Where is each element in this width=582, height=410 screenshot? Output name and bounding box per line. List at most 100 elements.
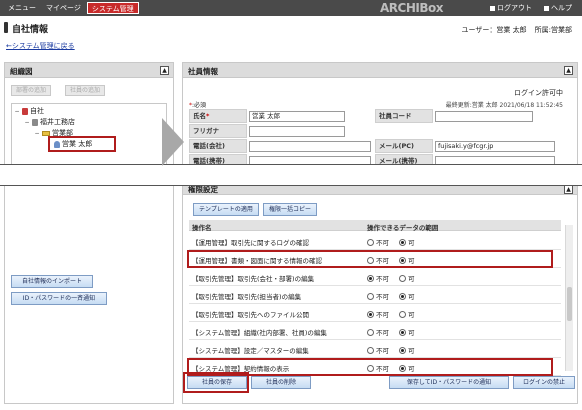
radio-yes-icon[interactable] bbox=[399, 328, 406, 336]
top-nav: メニュー マイページ システム管理 bbox=[4, 2, 139, 14]
user-dept: 所属:営業部 bbox=[534, 26, 572, 34]
email-pc-field[interactable]: fujisaki.y@fcgr.jp bbox=[435, 141, 555, 152]
company-phone-label: 電話(会社) bbox=[189, 139, 247, 153]
permission-radio-yes[interactable]: 可 bbox=[399, 309, 415, 319]
tree-node-label: 福井工務店 bbox=[40, 118, 75, 126]
collapse-permissions-button[interactable]: ▲ bbox=[564, 185, 573, 194]
permission-radio-yes[interactable]: 可 bbox=[399, 237, 415, 247]
required-note: *:必須 bbox=[189, 102, 207, 109]
permission-radio-no[interactable]: 不可 bbox=[367, 345, 389, 355]
radio-yes-label: 可 bbox=[408, 347, 415, 355]
permission-radio-yes[interactable]: 可 bbox=[399, 273, 415, 283]
org-chart-title: 組織図 bbox=[10, 67, 33, 76]
block-login-button[interactable]: ログインの禁止 bbox=[513, 376, 575, 389]
permission-name: 【システム管理】設定／マスターの編集 bbox=[192, 347, 309, 355]
radio-no-label: 不可 bbox=[376, 347, 389, 355]
radio-no-label: 不可 bbox=[376, 311, 389, 319]
logout-icon bbox=[490, 5, 495, 11]
radio-yes-label: 可 bbox=[408, 329, 415, 337]
employee-code-label: 社員コード bbox=[375, 109, 433, 123]
scrollbar-thumb[interactable] bbox=[567, 287, 572, 321]
kana-field[interactable] bbox=[249, 126, 345, 137]
col-data-scope: 操作できるデータの範囲 bbox=[367, 224, 439, 232]
org-chart-header: 組織図 ▲ bbox=[5, 63, 173, 78]
delete-employee-button[interactable]: 社員の削除 bbox=[251, 376, 311, 389]
radio-no-label: 不可 bbox=[376, 329, 389, 337]
top-links: ログアウト ヘルプ bbox=[490, 3, 572, 13]
permission-row: 【取引先管理】取引先(担当者)の編集 不可 可 bbox=[189, 286, 561, 304]
radio-yes-icon[interactable] bbox=[399, 238, 406, 246]
tree-node-company[interactable]: − 自社 bbox=[14, 106, 44, 116]
company-phone-field[interactable] bbox=[249, 141, 371, 152]
name-label-text: 氏名 bbox=[193, 112, 206, 120]
name-label: 氏名* bbox=[189, 109, 247, 123]
permission-radio-yes[interactable]: 可 bbox=[399, 345, 415, 355]
name-field[interactable]: 営業 太郎 bbox=[249, 111, 345, 122]
user-info: ユーザー：営業 太郎 所属:営業部 bbox=[462, 25, 572, 35]
radio-no-icon[interactable] bbox=[367, 292, 374, 300]
permission-row: 【システム管理】組織(社内部署、社員)の編集 不可 可 bbox=[189, 322, 561, 340]
radio-no-icon[interactable] bbox=[367, 346, 374, 354]
permission-name: 【取引先管理】取引先へのファイル公開 bbox=[192, 311, 309, 319]
employee-code-field[interactable] bbox=[435, 111, 533, 122]
apply-template-button[interactable]: テンプレートの適用 bbox=[193, 203, 259, 216]
permission-name: 【取引先管理】取引先(会社・部署)の編集 bbox=[192, 275, 315, 283]
radio-no-label: 不可 bbox=[376, 293, 389, 301]
permission-row: 【運用管理】取引先に関するログの確認 不可 可 bbox=[189, 232, 561, 250]
nav-menu[interactable]: メニュー bbox=[4, 2, 40, 14]
radio-yes-label: 可 bbox=[408, 239, 415, 247]
radio-yes-icon[interactable] bbox=[399, 274, 406, 282]
permission-radio-no[interactable]: 不可 bbox=[367, 273, 389, 283]
back-to-system-admin-link[interactable]: ←システム管理に戻る bbox=[6, 41, 75, 51]
permission-radio-no[interactable]: 不可 bbox=[367, 291, 389, 301]
permission-radio-no[interactable]: 不可 bbox=[367, 237, 389, 247]
radio-yes-icon[interactable] bbox=[399, 292, 406, 300]
permission-row: 【取引先管理】取引先(会社・部署)の編集 不可 可 bbox=[189, 268, 561, 286]
radio-yes-label: 可 bbox=[408, 293, 415, 301]
permission-radio-yes[interactable]: 可 bbox=[399, 327, 415, 337]
import-company-info-button[interactable]: 自社情報のインポート bbox=[11, 275, 93, 288]
bulk-notify-credentials-button[interactable]: ID・パスワードの一斉通知 bbox=[11, 292, 107, 305]
permission-name: 【システム管理】組織(社内部署、社員)の編集 bbox=[192, 329, 327, 337]
highlight-selected-employee bbox=[48, 136, 116, 152]
nav-mypage[interactable]: マイページ bbox=[42, 2, 85, 14]
required-label: 必須 bbox=[194, 102, 207, 109]
radio-no-label: 不可 bbox=[376, 275, 389, 283]
col-operation-name: 操作名 bbox=[192, 224, 212, 232]
permission-row: 【運用管理】書類・図面に関する情報の確認 不可可 bbox=[187, 250, 561, 268]
radio-no-icon[interactable] bbox=[367, 328, 374, 336]
tree-node-label: 自社 bbox=[30, 107, 44, 115]
email-pc-label: メール(PC) bbox=[375, 139, 433, 153]
permissions-scrollbar[interactable] bbox=[565, 225, 573, 371]
permission-radio-no[interactable]: 不可 bbox=[367, 327, 389, 337]
collapse-icon[interactable]: − bbox=[34, 130, 40, 137]
radio-no-icon[interactable] bbox=[367, 310, 374, 318]
collapse-org-chart-button[interactable]: ▲ bbox=[160, 66, 169, 75]
radio-yes-icon[interactable] bbox=[399, 310, 406, 318]
permissions-table-header: 操作名 操作できるデータの範囲 bbox=[189, 220, 561, 232]
collapse-icon[interactable]: − bbox=[24, 119, 30, 126]
bulk-copy-permissions-button[interactable]: 権限一括コピー bbox=[263, 203, 318, 216]
permission-radio-no[interactable]: 不可 bbox=[367, 309, 389, 319]
tree-node-branch[interactable]: − 福井工務店 bbox=[24, 117, 75, 127]
radio-no-icon[interactable] bbox=[367, 238, 374, 246]
collapse-icon[interactable]: − bbox=[14, 108, 20, 115]
permission-radio-yes[interactable]: 可 bbox=[399, 291, 415, 301]
org-chart-panel: 組織図 ▲ 部署の追加 社員の追加 − 自社 − 福井工務店 − 営業部 営業 … bbox=[4, 62, 174, 404]
office-icon bbox=[32, 118, 38, 126]
add-employee-button[interactable]: 社員の追加 bbox=[65, 85, 106, 96]
brand-logo: ARCHIBox bbox=[380, 1, 443, 15]
add-department-button[interactable]: 部署の追加 bbox=[11, 85, 52, 96]
folder-icon bbox=[42, 130, 50, 136]
radio-yes-label: 可 bbox=[408, 311, 415, 319]
radio-no-icon[interactable] bbox=[367, 274, 374, 282]
collapse-employee-button[interactable]: ▲ bbox=[564, 66, 573, 75]
last-updated: 最終更新:営業 太郎 2021/06/18 11:52:45 bbox=[445, 102, 563, 109]
permission-row: 【取引先管理】取引先へのファイル公開 不可 可 bbox=[189, 304, 561, 322]
help-link[interactable]: ヘルプ bbox=[544, 3, 572, 13]
employee-panel: 社員情報 ▲ ログイン許可中 *:必須 最終更新:営業 太郎 2021/06/1… bbox=[182, 62, 578, 404]
logout-link[interactable]: ログアウト bbox=[490, 3, 532, 13]
radio-yes-icon[interactable] bbox=[399, 346, 406, 354]
nav-system-admin[interactable]: システム管理 bbox=[86, 2, 139, 14]
save-and-notify-button[interactable]: 保存してID・パスワードの通知 bbox=[389, 376, 509, 389]
